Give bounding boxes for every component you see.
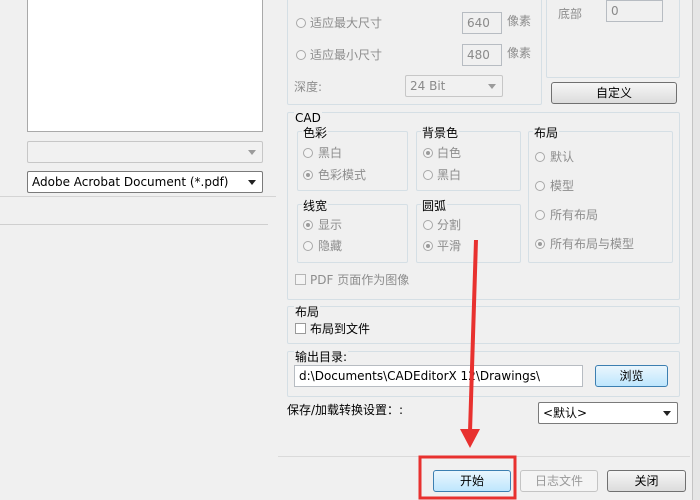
footer-divider [278,456,690,457]
settings-combo-value: <默认> [543,406,588,420]
right-edge [692,0,700,500]
custom-button[interactable]: 自定义 [551,82,677,104]
arc-split-label: 分割 [437,218,462,232]
lw-show-radio[interactable] [303,220,313,230]
layout-to-file-checkbox[interactable] [295,323,306,334]
arc-smooth-radio[interactable] [423,241,433,251]
fit-max-input[interactable]: 640 [462,12,502,34]
arc-smooth-label: 平滑 [437,239,462,253]
red-arrow-head [460,429,480,448]
background-title: 背景色 [421,126,460,140]
bg-bw-radio[interactable] [423,170,433,180]
layout-model-radio[interactable] [535,181,545,191]
output-label: 输出目录: [294,350,349,364]
background-group [416,131,521,191]
settings-label: 保存/加载转换设置：: [287,403,404,417]
arc-split-radio[interactable] [423,220,433,230]
settings-combo[interactable]: <默认> [538,402,678,424]
color-mode-radio[interactable] [303,170,313,180]
fit-min-unit: 像素 [507,46,532,60]
fit-max-radio[interactable] [296,18,306,28]
fit-min-input[interactable]: 480 [462,44,502,66]
format-combo-value: Adobe Acrobat Document (*.pdf) [32,175,229,189]
depth-combo[interactable]: 24 Bit [405,75,503,97]
fit-max-unit: 像素 [507,14,532,28]
layout-all-label: 所有布局 [550,208,599,222]
bg-bw-label: 黑白 [437,168,462,182]
layout-model-label: 模型 [550,179,575,193]
left-divider-2 [0,224,268,225]
layout-default-radio[interactable] [535,152,545,162]
preview-box [27,0,263,132]
bottom-input[interactable]: 0 [606,0,663,22]
depth-label: 深度: [294,80,323,94]
layout-all-model-label: 所有布局与模型 [550,237,635,251]
color-mode-label: 色彩模式 [318,168,367,182]
left-panel: Adobe Acrobat Document (*.pdf) [0,0,276,500]
browse-button[interactable]: 浏览 [595,365,668,387]
log-file-button[interactable]: 日志文件 [520,470,598,492]
chevron-down-icon [248,150,256,155]
layout-all-radio[interactable] [535,210,545,220]
layout-default-label: 默认 [550,150,575,164]
layout-to-file-label: 布局到文件 [310,322,371,336]
fit-min-label: 适应最小尺寸 [310,48,383,62]
fit-max-label: 适应最大尺寸 [310,16,383,30]
color-title: 色彩 [302,126,329,140]
fit-min-radio[interactable] [296,50,306,60]
pdf-as-image-label: PDF 页面作为图像 [310,273,410,287]
color-bw-label: 黑白 [318,146,343,160]
bg-white-label: 白色 [437,146,462,160]
chevron-down-icon [488,84,496,89]
start-button[interactable]: 开始 [433,470,511,492]
cad-layout-title: 布局 [533,126,560,140]
color-bw-radio[interactable] [303,148,313,158]
layout-all-model-radio[interactable] [535,239,545,249]
pdf-as-image-checkbox[interactable] [295,274,306,285]
bg-white-radio[interactable] [423,148,433,158]
left-divider [0,196,276,197]
output-path-input[interactable]: d:\Documents\CADEditorX 12\Drawings\ [294,365,583,387]
lw-show-label: 显示 [318,218,343,232]
color-group [297,131,408,191]
close-button[interactable]: 关闭 [607,470,686,492]
layout-section-title: 布局 [294,305,321,319]
lw-hide-radio[interactable] [303,241,313,251]
lw-hide-label: 隐藏 [318,239,343,253]
chevron-down-icon [248,180,256,185]
empty-combo[interactable] [27,141,263,163]
bottom-label: 底部 [558,7,583,21]
depth-combo-value: 24 Bit [410,79,446,93]
format-combo[interactable]: Adobe Acrobat Document (*.pdf) [27,171,263,193]
lineweight-title: 线宽 [302,199,329,213]
cad-title: CAD [294,111,322,125]
arc-title: 圆弧 [421,199,448,213]
chevron-down-icon [663,411,671,416]
